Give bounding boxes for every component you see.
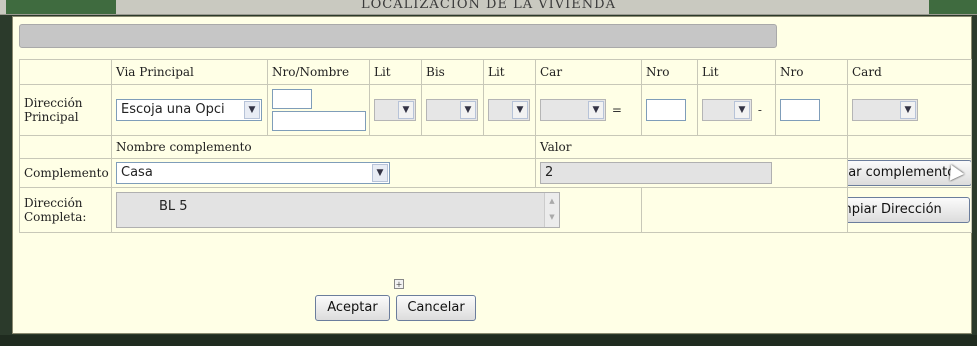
complemento-select[interactable]: Casa ▼ [116,162,390,184]
via-principal-select-value: Escoja una Opci [121,102,225,117]
chevron-down-icon: ▼ [244,101,260,119]
header-bis: Bis [421,59,484,85]
header-valor: Valor [535,135,848,159]
chevron-down-icon: ▼ [398,101,414,119]
clear-cell: Limpiar Dirección [847,187,972,233]
nro-1-input[interactable] [646,99,686,121]
valor-input[interactable]: 2 [540,162,772,184]
bis-cell: ▼ [421,84,484,136]
expand-toggle-icon[interactable]: + [394,279,404,289]
header-card: Card [847,59,972,85]
accept-button[interactable]: Aceptar [315,295,390,321]
address-dialog: Via Principal Nro/Nombre Lit Bis Lit Car… [12,16,972,334]
dash-sign: - [757,102,762,117]
complemento-header-blank [19,135,112,159]
chevron-down-icon: ▼ [460,101,476,119]
header-lit-3: Lit [697,59,776,85]
direccion-completa-cell: BL 5 ▲ ▼ [111,187,642,233]
direccion-completa-spacer [641,187,848,233]
header-nro-2: Nro [775,59,848,85]
background-right-tab [929,0,977,14]
dialog-header-bar [19,24,777,48]
direccion-completa-textarea[interactable]: BL 5 ▲ ▼ [116,192,560,228]
chevron-down-icon: ▼ [900,101,916,119]
nro-2-input[interactable] [780,99,820,121]
direccion-completa-value: BL 5 [159,199,188,214]
header-lit-2: Lit [483,59,536,85]
nro-nombre-input-bottom[interactable] [272,111,366,131]
chevron-down-icon: ▼ [588,101,604,119]
nro-2-cell [775,84,848,136]
complemento-select-value: Casa [121,165,153,180]
lit-2-cell: ▼ [483,84,536,136]
chevron-down-icon: ▼ [372,164,388,182]
lit-1-cell: ▼ [369,84,422,136]
complemento-select-cell: Casa ▼ [111,158,536,188]
direccion-principal-label: Dirección Principal [19,84,112,136]
cancel-button[interactable]: Cancelar [396,295,476,321]
direccion-completa-label: Dirección Completa: [19,187,112,233]
via-principal-cell: Escoja una Opci ▼ [111,84,268,136]
header-nombre-complemento: Nombre complemento [111,135,536,159]
header-car: Car [535,59,642,85]
textarea-scrollbar[interactable]: ▲ ▼ [544,193,559,227]
clear-address-button[interactable]: Limpiar Dirección [848,197,970,223]
lit-2-select[interactable]: ▼ [488,99,530,121]
complemento-label: Complemento [19,158,112,188]
lit-3-select[interactable]: ▼ [702,99,752,121]
nro-nombre-input-top[interactable] [272,89,312,109]
background-header-strip: LOCALIZACION DE LA VIVIENDA [0,0,977,15]
header-blank [19,59,112,85]
header-nro-1: Nro [641,59,698,85]
header-via-principal: Via Principal [111,59,268,85]
address-form-table: Via Principal Nro/Nombre Lit Bis Lit Car… [19,59,972,233]
card-cell: ▼ [847,84,972,136]
car-cell: ▼ = [535,84,642,136]
lit-1-select[interactable]: ▼ [374,99,416,121]
header-lit-1: Lit [369,59,422,85]
car-select[interactable]: ▼ [540,99,606,121]
lit-3-cell: ▼ - [697,84,776,136]
nro-nombre-cell [267,84,370,136]
nro-1-cell [641,84,698,136]
chevron-down-icon: ▼ [512,101,528,119]
via-principal-select[interactable]: Escoja una Opci ▼ [116,99,262,121]
bis-select[interactable]: ▼ [426,99,478,121]
equals-sign: = [611,102,622,117]
card-select[interactable]: ▼ [852,99,918,121]
background-footer-strip [0,335,977,346]
page-title: LOCALIZACION DE LA VIVIENDA [361,0,616,12]
header-right-blank [847,135,972,159]
header-nro-nombre: Nro/Nombre [267,59,370,85]
chevron-down-icon: ▼ [734,101,750,119]
valor-cell: 2 [535,158,848,188]
